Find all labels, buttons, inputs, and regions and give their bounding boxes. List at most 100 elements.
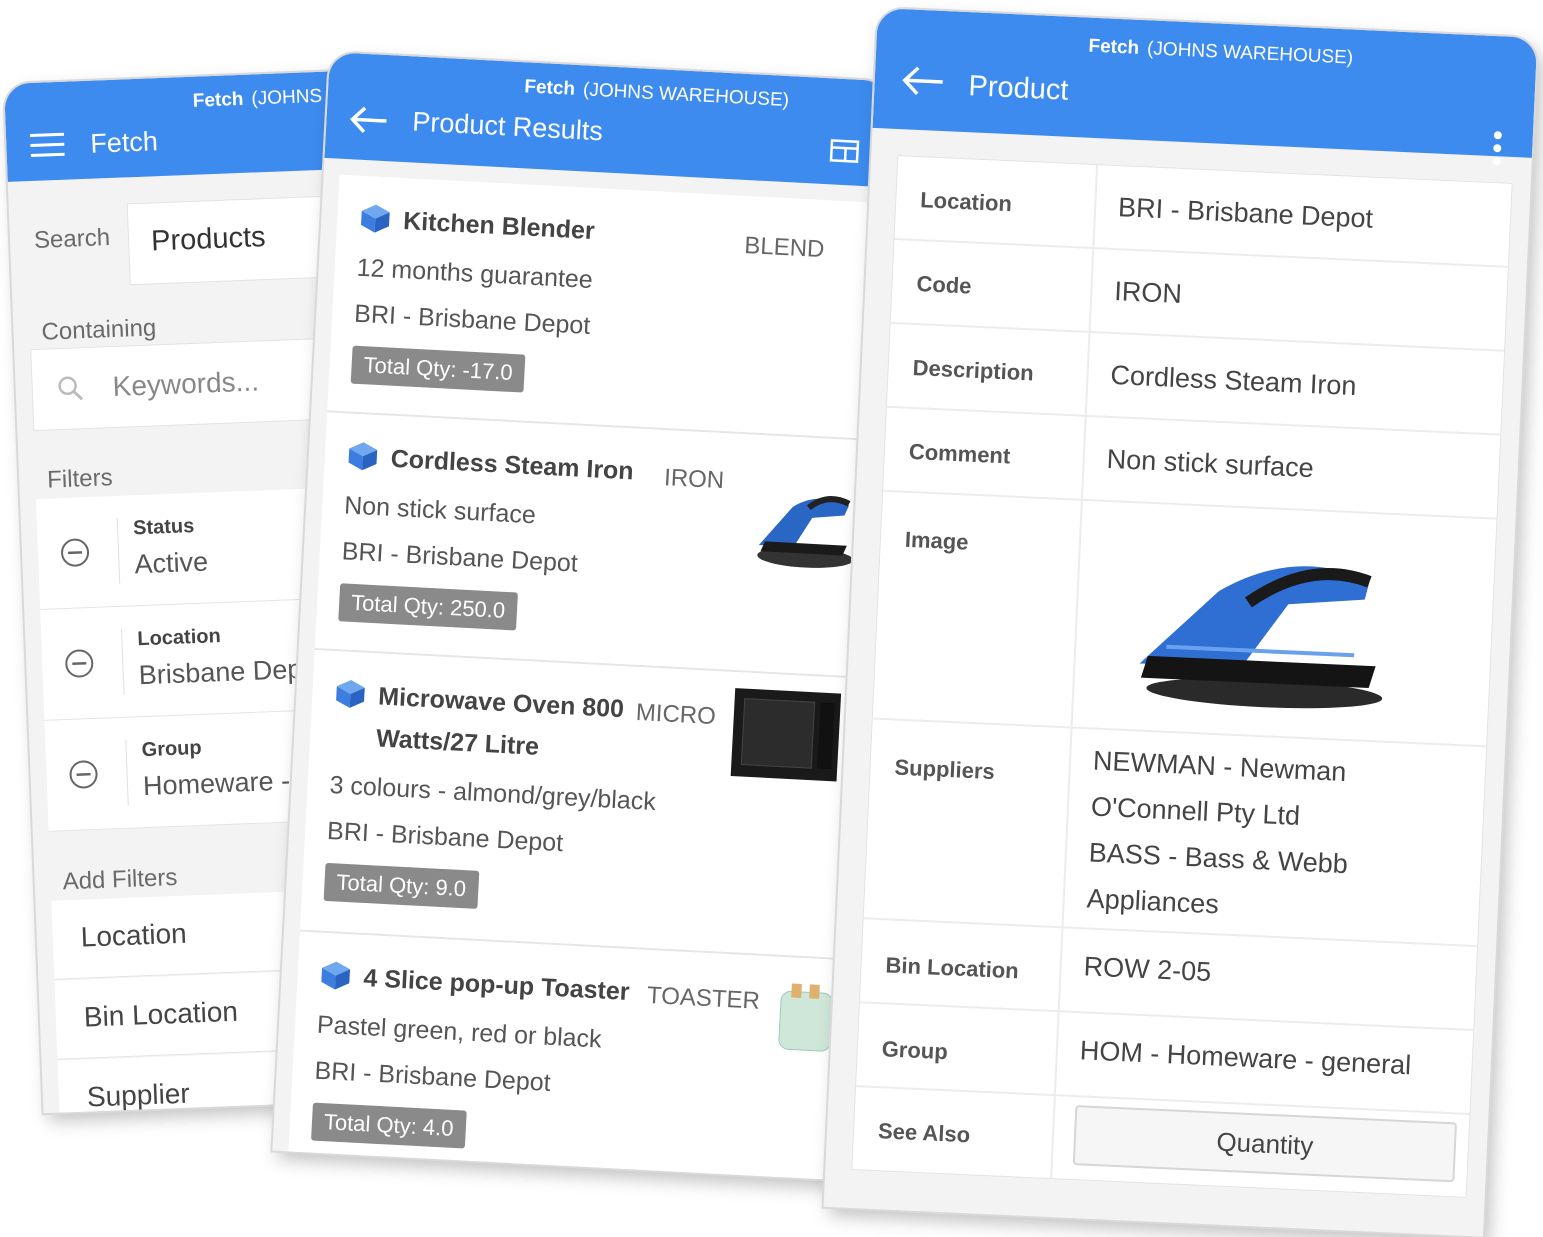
qty-badge: Total Qty: 250.0 — [338, 583, 519, 631]
view-toggle-icon[interactable] — [829, 138, 860, 164]
divider — [125, 739, 129, 806]
divider — [1057, 928, 1064, 1011]
product-comment: 12 months guarantee — [356, 253, 594, 295]
product-card-blend[interactable]: Kitchen Blender BLEND 12 months guarante… — [327, 174, 883, 441]
menu-icon[interactable] — [29, 132, 65, 159]
back-arrow-icon[interactable] — [900, 65, 945, 97]
steam-iron-image — [1123, 527, 1401, 724]
page-title: Product Results — [411, 106, 604, 147]
search-type-value: Products — [150, 221, 267, 258]
product-location: BRI - Brisbane Depot — [341, 537, 579, 578]
detail-label: Comment — [908, 438, 1011, 469]
add-filter-label: Bin Location — [83, 995, 239, 1033]
page-title: Fetch — [89, 126, 159, 159]
app-name: Fetch — [192, 88, 244, 112]
detail-label: Bin Location — [885, 952, 1020, 984]
product-cube-icon — [359, 202, 393, 236]
product-comment: 3 colours - almond/grey/black — [328, 771, 657, 817]
filters-label: Filters — [46, 464, 114, 494]
divider — [1080, 416, 1087, 499]
detail-value: IRON — [1113, 276, 1183, 310]
containing-label: Containing — [41, 314, 157, 346]
detail-value: Cordless Steam Iron — [1109, 359, 1358, 402]
product-name: Kitchen Blender — [402, 207, 596, 246]
filter-value: Active — [133, 546, 209, 580]
product-card-micro[interactable]: Microwave Oven 800 Watts/27 Litre MICRO … — [299, 650, 858, 961]
product-name: Microwave Oven 800 Watts/27 Litre — [375, 682, 625, 761]
app-bar: Fetch (JOHNS WAREHOUSE) Product — [872, 8, 1538, 166]
divider — [1088, 248, 1095, 331]
detail-value: ROW 2-05 — [1083, 951, 1212, 988]
product-name: 4 Slice pop-up Toaster — [362, 964, 631, 1006]
product-name: Cordless Steam Iron — [390, 444, 635, 486]
qty-badge: Total Qty: -17.0 — [350, 345, 526, 393]
product-cube-icon — [346, 439, 380, 473]
more-vert-icon[interactable] — [1491, 130, 1503, 166]
product-detail-table: Location BRI - Brisbane Depot Code IRON … — [851, 155, 1513, 1198]
remove-filter-icon[interactable] — [64, 648, 95, 679]
remove-filter-icon[interactable] — [68, 759, 99, 790]
product-location: BRI - Brisbane Depot — [326, 816, 564, 858]
divider — [1070, 500, 1083, 727]
detail-label: See Also — [877, 1118, 971, 1148]
search-label: Search — [33, 224, 111, 254]
toaster-thumbnail — [774, 977, 838, 1065]
detail-label: Group — [881, 1036, 949, 1065]
qty-badge: Total Qty: 9.0 — [323, 862, 479, 909]
back-arrow-icon[interactable] — [348, 105, 389, 135]
product-location: BRI - Brisbane Depot — [313, 1056, 552, 1097]
divider — [1092, 165, 1099, 248]
keywords-placeholder: Keywords... — [112, 365, 260, 403]
page-title: Product — [967, 70, 1070, 107]
product-code: TOASTER — [646, 981, 761, 1015]
divider — [1084, 332, 1091, 415]
qty-badge: Total Qty: 4.0 — [311, 1102, 467, 1149]
steam-iron-thumbnail — [749, 471, 864, 582]
add-filters-label: Add Filters — [62, 863, 178, 896]
app-name: Fetch — [523, 76, 576, 100]
product-code: IRON — [663, 464, 725, 495]
product-cube-icon — [319, 959, 353, 993]
app-name: Fetch — [1088, 35, 1140, 59]
add-filter-label: Location — [80, 917, 188, 953]
microwave-thumbnail — [728, 686, 843, 793]
filter-label: Status — [132, 515, 195, 540]
app-bar: Fetch(JOHNS WAREHOUSE) Fetch — [4, 70, 403, 182]
filter-label: Location — [136, 625, 222, 651]
supplier-item: BASS - Bass & Webb Appliances — [1086, 837, 1349, 920]
product-comment: Pastel green, red or black — [316, 1010, 603, 1054]
detail-label: Code — [915, 271, 973, 299]
search-icon — [56, 374, 85, 408]
supplier-item: NEWMAN - Newman O'Connell Pty Ltd — [1090, 745, 1348, 831]
app-header: Fetch(JOHNS WAREHOUSE) — [1088, 36, 1354, 70]
product-cube-icon — [334, 677, 368, 711]
divider — [121, 628, 125, 695]
divider — [1053, 1012, 1060, 1095]
results-screen: Fetch (JOHNS WAREHOUSE) Product Results K… — [272, 52, 890, 1180]
detail-row-image: Image — [872, 491, 1497, 748]
remove-filter-icon[interactable] — [59, 537, 90, 568]
filter-label: Group — [141, 736, 203, 762]
detail-row-suppliers: Suppliers NEWMAN - Newman O'Connell Pty … — [863, 719, 1487, 948]
add-filter-label: Supplier — [86, 1077, 191, 1113]
detail-label: Description — [912, 354, 1035, 386]
divider — [1050, 1096, 1056, 1179]
detail-label: Suppliers — [894, 754, 996, 785]
app-header: Fetch(JOHNS WAREHOUSE) — [524, 76, 790, 112]
divider — [1061, 728, 1073, 927]
product-location: BRI - Brisbane Depot — [353, 299, 591, 340]
product-code: MICRO — [635, 698, 717, 731]
product-card-toaster[interactable]: 4 Slice pop-up Toaster TOASTER Pastel gr… — [287, 931, 844, 1180]
divider — [116, 517, 121, 584]
product-screen: Fetch (JOHNS WAREHOUSE) Product Location … — [823, 8, 1538, 1237]
detail-value: HOM - Homeware - general — [1079, 1035, 1412, 1081]
app-context: (JOHNS WAREHOUSE) — [582, 79, 790, 112]
product-code: BLEND — [743, 231, 826, 264]
app-context: (JOHNS WAREHOUSE) — [1146, 38, 1354, 69]
app-bar: Fetch (JOHNS WAREHOUSE) Product Results — [324, 52, 890, 188]
suppliers-list: NEWMAN - Newman O'Connell Pty Ltd BASS -… — [1086, 738, 1472, 939]
detail-label: Image — [904, 526, 970, 555]
quantity-button[interactable]: Quantity — [1072, 1105, 1458, 1183]
product-card-iron[interactable]: Cordless Steam Iron IRON Non stick surfa… — [314, 412, 871, 679]
detail-value: BRI - Brisbane Depot — [1117, 192, 1374, 234]
